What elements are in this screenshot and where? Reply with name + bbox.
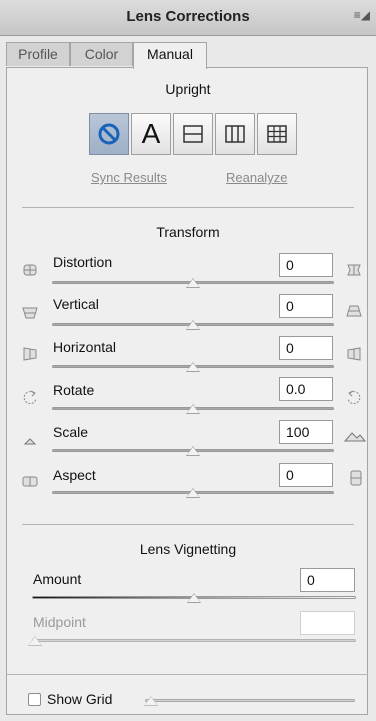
- scale-large-icon: [344, 432, 366, 442]
- scale-label: Scale: [53, 424, 89, 440]
- upright-vertical-button[interactable]: [215, 113, 255, 155]
- distortion-input[interactable]: 0: [279, 253, 333, 277]
- aspect-input[interactable]: 0: [279, 463, 333, 487]
- midpoint-slider[interactable]: [32, 639, 356, 642]
- grid-size-slider[interactable]: [145, 699, 355, 702]
- vertical-label: Vertical: [53, 296, 99, 312]
- grid-size-slider-thumb[interactable]: [144, 696, 158, 706]
- aspect-label: Aspect: [53, 467, 96, 483]
- sync-results-link[interactable]: Sync Results: [91, 170, 167, 185]
- upright-full-button[interactable]: [257, 113, 297, 155]
- upright-level-button[interactable]: [173, 113, 213, 155]
- transform-heading: Transform: [156, 224, 220, 240]
- rotate-cw-icon: [347, 390, 361, 405]
- scale-input[interactable]: 100: [279, 420, 333, 444]
- panel-title: Lens Corrections: [126, 8, 250, 25]
- aspect-slider-thumb[interactable]: [186, 488, 200, 498]
- section-divider: [22, 524, 354, 525]
- upright-full-icon: [267, 125, 287, 143]
- upright-off-button[interactable]: [89, 113, 129, 155]
- midpoint-slider-thumb[interactable]: [28, 636, 42, 646]
- distortion-label: Distortion: [53, 254, 113, 270]
- vertical-right-icon: [346, 305, 362, 317]
- footer-separator: [6, 674, 368, 675]
- upright-vertical-icon: [225, 125, 245, 143]
- upright-auto-button[interactable]: A: [131, 113, 171, 155]
- midpoint-label: Midpoint: [33, 614, 86, 630]
- upright-heading: Upright: [165, 81, 211, 97]
- vertical-slider-thumb[interactable]: [186, 320, 200, 330]
- show-grid-label: Show Grid: [47, 691, 113, 707]
- upright-buttons: A: [89, 113, 299, 157]
- amount-input[interactable]: 0: [300, 568, 355, 592]
- vertical-input[interactable]: 0: [279, 294, 333, 318]
- rotate-label: Rotate: [53, 382, 95, 398]
- distortion-slider-thumb[interactable]: [186, 278, 200, 288]
- rotate-ccw-icon: [23, 390, 37, 405]
- rotate-slider-thumb[interactable]: [186, 404, 200, 414]
- scale-small-icon: [23, 438, 37, 445]
- show-grid-checkbox[interactable]: [28, 693, 41, 706]
- horizontal-slider-thumb[interactable]: [186, 362, 200, 372]
- rotate-input[interactable]: 0.0: [279, 377, 333, 401]
- panel-menu-icon[interactable]: ≡◢: [354, 8, 370, 22]
- tab-color[interactable]: Color: [70, 42, 133, 66]
- horizontal-label: Horizontal: [53, 339, 117, 355]
- amount-slider-thumb[interactable]: [187, 593, 201, 603]
- section-divider: [22, 207, 354, 208]
- tab-manual[interactable]: Manual: [133, 42, 207, 69]
- distortion-right-icon: [347, 264, 361, 276]
- distortion-left-icon: [23, 264, 37, 276]
- midpoint-input[interactable]: [300, 611, 355, 635]
- panel-titlebar: Lens Corrections ≡◢: [0, 0, 376, 36]
- horizontal-input[interactable]: 0: [279, 336, 333, 360]
- horizontal-right-icon: [347, 347, 361, 361]
- aspect-wide-icon: [22, 476, 38, 487]
- aspect-tall-icon: [350, 470, 362, 486]
- amount-label: Amount: [33, 571, 82, 587]
- horizontal-left-icon: [23, 347, 37, 361]
- scale-slider-thumb[interactable]: [186, 446, 200, 456]
- upright-level-icon: [183, 125, 203, 143]
- upright-auto-icon: A: [141, 118, 161, 149]
- tab-profile[interactable]: Profile: [6, 42, 70, 66]
- lens-vignetting-heading: Lens Vignetting: [139, 541, 237, 557]
- reanalyze-link[interactable]: Reanalyze: [226, 170, 287, 185]
- upright-off-icon: [98, 123, 120, 145]
- vertical-left-icon: [22, 307, 38, 319]
